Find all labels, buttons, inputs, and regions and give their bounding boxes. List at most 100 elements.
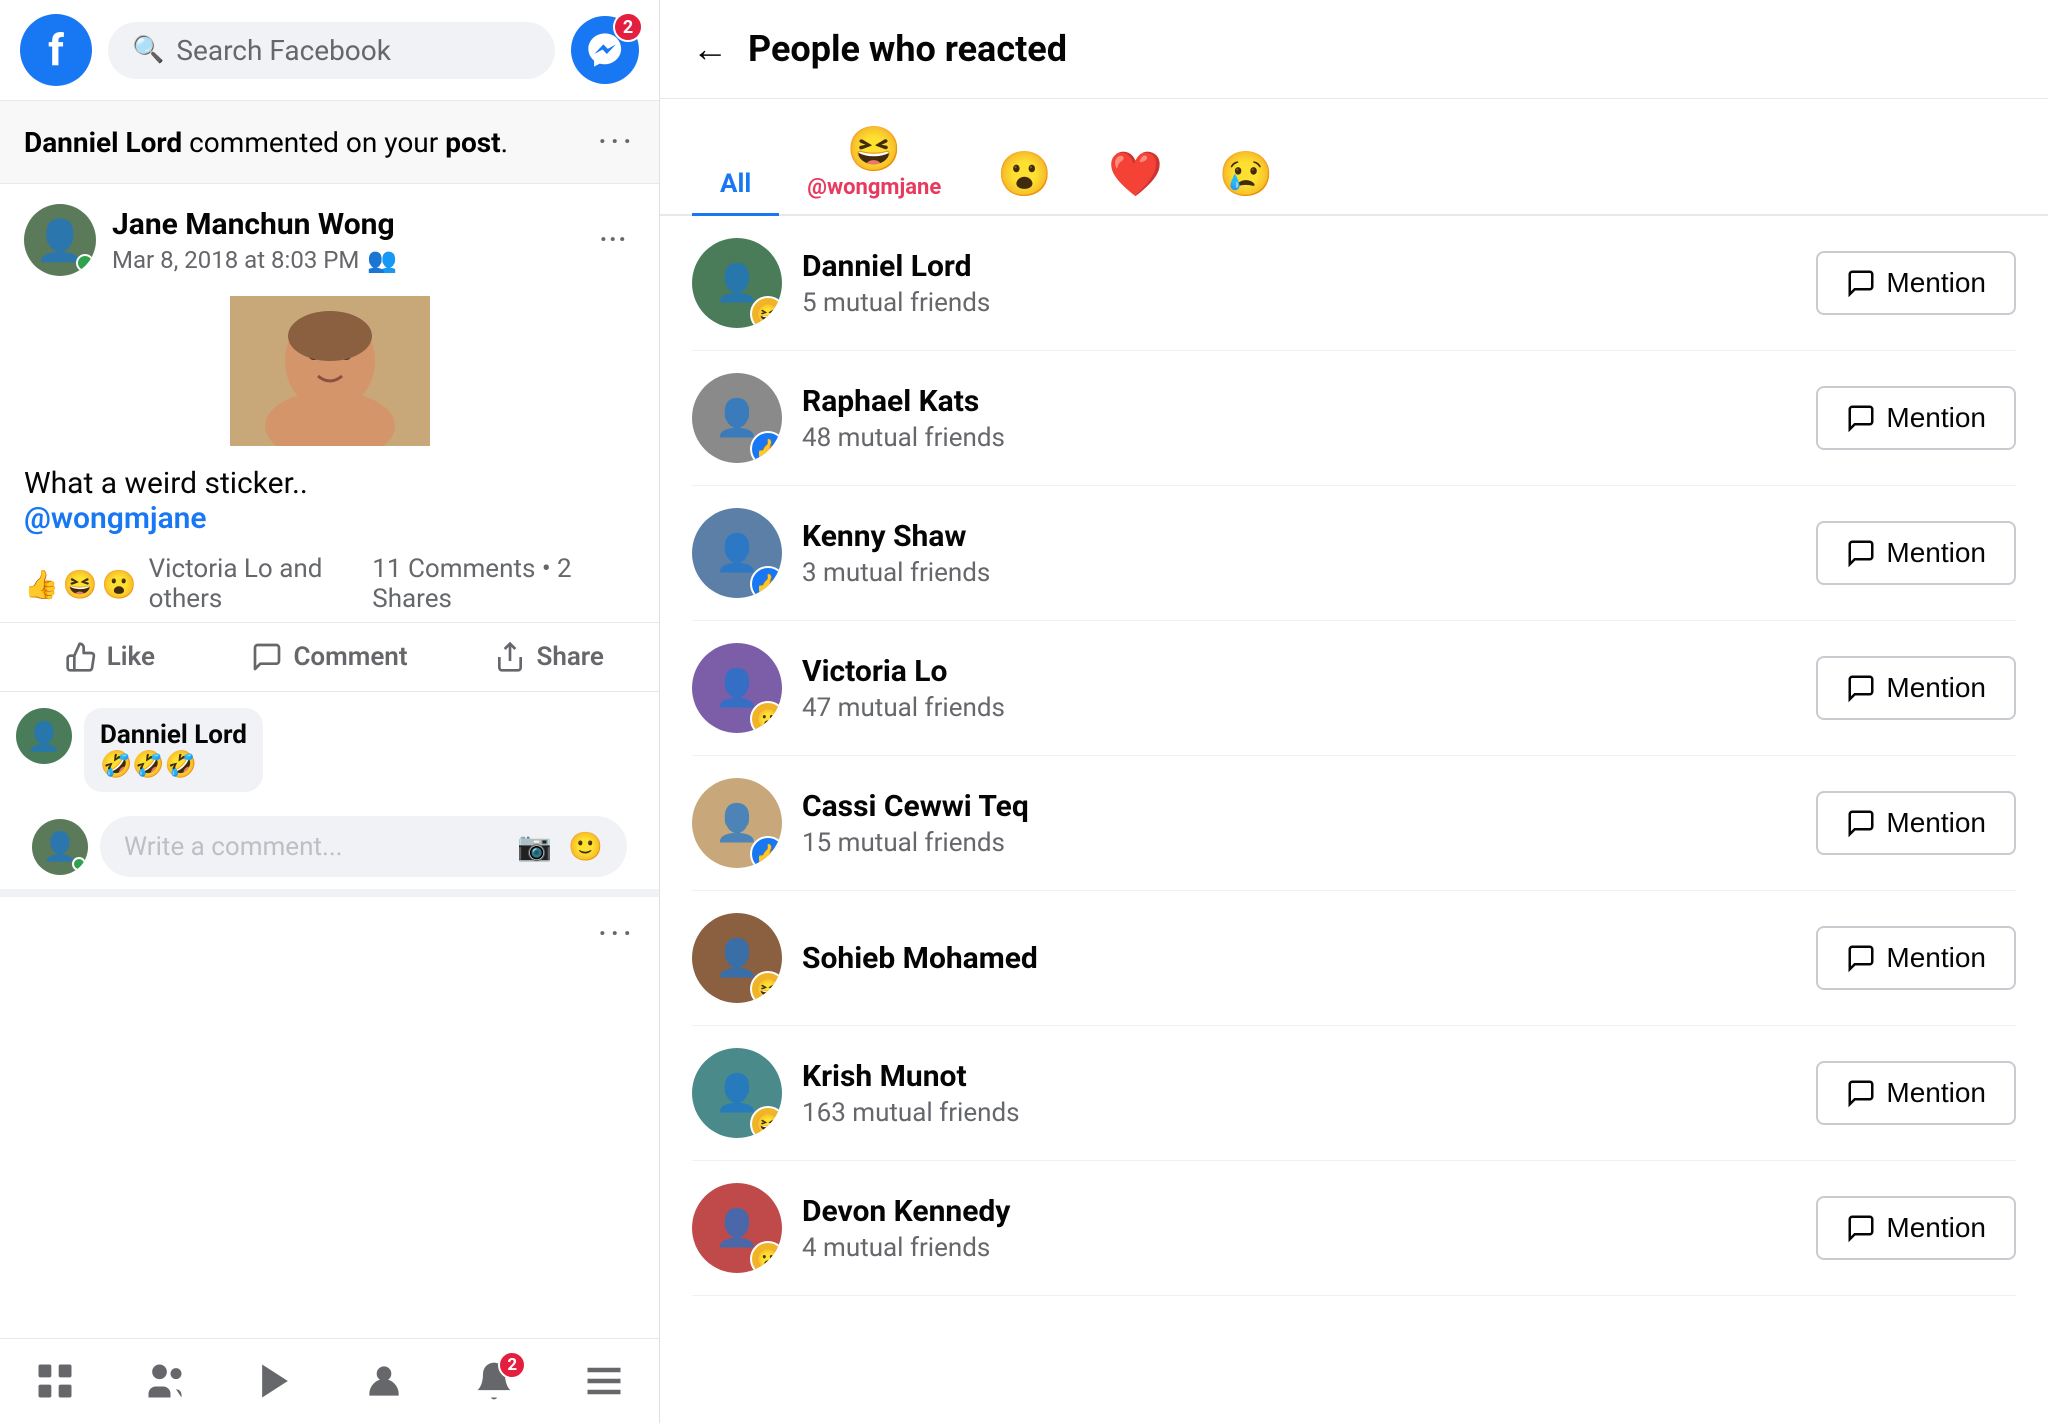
notification-more-button[interactable]: ··· [598,121,635,163]
tab-haha[interactable]: 😆 @wongmjane [779,115,969,214]
left-panel: f 🔍 Search Facebook 2 Danniel Lord comme… [0,0,660,1423]
more-options-button[interactable]: ··· [598,913,635,955]
notification-bar: Danniel Lord commented on your post. ··· [0,101,659,184]
mention-label: Mention [1886,942,1986,974]
mention-button[interactable]: Mention [1816,521,2016,585]
post-mention[interactable]: @wongmjane [24,501,207,536]
mention-button[interactable]: Mention [1816,791,2016,855]
comment-mention-icon [1846,943,1876,973]
tab-haha-emoji: 😆 [847,123,902,175]
bottom-nav: 2 [0,1338,659,1423]
home-icon [33,1359,77,1403]
post-photo [230,296,430,446]
mention-label: Mention [1886,1077,1986,1109]
tab-wow[interactable]: 😮 [969,140,1080,214]
comment-mention-icon [1846,268,1876,298]
comment-text: 🤣🤣🤣 [100,750,247,780]
person-info: Victoria Lo47 mutual friends [802,654,1796,723]
separator [0,889,659,897]
comment-author-avatar: 👤 [16,708,72,764]
comment-item: 👤 Danniel Lord 🤣🤣🤣 [16,708,643,792]
back-button[interactable]: ← [692,28,728,70]
comments-section: 👤 Danniel Lord 🤣🤣🤣 👤 Write a comment... … [0,692,659,889]
person-mutual: 48 mutual friends [802,423,1796,453]
comment-input-placeholder: Write a comment... [124,832,343,862]
search-icon: 🔍 [132,35,164,65]
person-name: Danniel Lord [802,249,1796,284]
people-list: 👤😆Danniel Lord5 mutual friendsMention👤👍R… [660,216,2048,1423]
mention-label: Mention [1886,807,1986,839]
comment-mention-icon [1846,808,1876,838]
person-row: 👤😆Krish Munot163 mutual friendsMention [692,1026,2016,1161]
person-mutual: 4 mutual friends [802,1233,1796,1263]
reaction-badge: 😮 [750,1241,782,1273]
mention-button[interactable]: Mention [1816,251,2016,315]
camera-icon[interactable]: 📷 [517,830,552,863]
person-avatar: 👤😮 [692,643,782,733]
comment-mention-icon [1846,1213,1876,1243]
search-placeholder: Search Facebook [176,34,391,67]
mention-button[interactable]: Mention [1816,386,2016,450]
search-bar[interactable]: 🔍 Search Facebook [108,22,555,79]
mention-label: Mention [1886,1212,1986,1244]
person-info: Kenny Shaw3 mutual friends [802,519,1796,588]
tab-sad-emoji: 😢 [1219,148,1274,200]
nav-profile[interactable] [362,1359,406,1403]
reaction-badge: 👍 [750,566,782,598]
online-indicator-small [72,857,86,871]
person-avatar: 👤👍 [692,373,782,463]
friends-icon [143,1359,187,1403]
mention-button[interactable]: Mention [1816,1196,2016,1260]
post-author-avatar: 👤 [24,204,96,276]
comment-mention-icon [1846,403,1876,433]
tab-all-label: All [720,169,751,199]
tab-sad[interactable]: 😢 [1191,140,1302,214]
person-row: 👤👍Kenny Shaw3 mutual friendsMention [692,486,2016,621]
person-avatar: 👤😮 [692,1183,782,1273]
post-caption: What a weird sticker.. @wongmjane [0,456,659,546]
tab-love[interactable]: ❤️ [1080,140,1191,214]
post-stats: 11 Comments • 2 Shares [372,554,635,614]
comment-input[interactable]: Write a comment... 📷 🙂 [100,816,627,877]
mention-button[interactable]: Mention [1816,926,2016,990]
reaction-names[interactable]: Victoria Lo and others [149,554,373,614]
facebook-logo[interactable]: f [20,14,92,86]
messenger-button[interactable]: 2 [571,16,639,84]
nav-video[interactable] [253,1359,297,1403]
mention-label: Mention [1886,267,1986,299]
post-actions: Like Comment Share [0,623,659,692]
nav-friends[interactable] [143,1359,187,1403]
reaction-badge: 😮 [750,701,782,733]
tab-all[interactable]: All [692,161,779,216]
comment-button[interactable]: Comment [220,627,440,687]
nav-notifications[interactable]: 2 [472,1359,516,1403]
share-button[interactable]: Share [439,627,659,687]
like-emoji: 👍 [24,568,59,601]
comment-input-icons: 📷 🙂 [517,830,603,863]
person-info: Cassi Cewwi Teq15 mutual friends [802,789,1796,858]
person-mutual: 163 mutual friends [802,1098,1796,1128]
messenger-badge: 2 [613,12,643,42]
comment-mention-icon [1846,538,1876,568]
nav-menu[interactable] [582,1359,626,1403]
person-info: Krish Munot163 mutual friends [802,1059,1796,1128]
person-row: 👤😆Danniel Lord5 mutual friendsMention [692,216,2016,351]
menu-icon [582,1359,626,1403]
mention-button[interactable]: Mention [1816,656,2016,720]
like-button[interactable]: Like [0,627,220,687]
comment-mention-icon [1846,1078,1876,1108]
like-icon [65,641,97,673]
person-name: Raphael Kats [802,384,1796,419]
comment-mention-icon [1846,673,1876,703]
post-reactions-bar: 👍 😆 😮 Victoria Lo and others 11 Comments… [0,546,659,623]
reaction-badge: 👍 [750,836,782,868]
post-header: 👤 Jane Manchun Wong Mar 8, 2018 at 8:03 … [0,184,659,286]
post-image-container [0,286,659,456]
post-image [230,296,430,446]
nav-home[interactable] [33,1359,77,1403]
person-info: Danniel Lord5 mutual friends [802,249,1796,318]
post-more-button[interactable]: ··· [591,219,635,261]
emoji-icon[interactable]: 🙂 [568,830,603,863]
post: 👤 Jane Manchun Wong Mar 8, 2018 at 8:03 … [0,184,659,889]
mention-button[interactable]: Mention [1816,1061,2016,1125]
